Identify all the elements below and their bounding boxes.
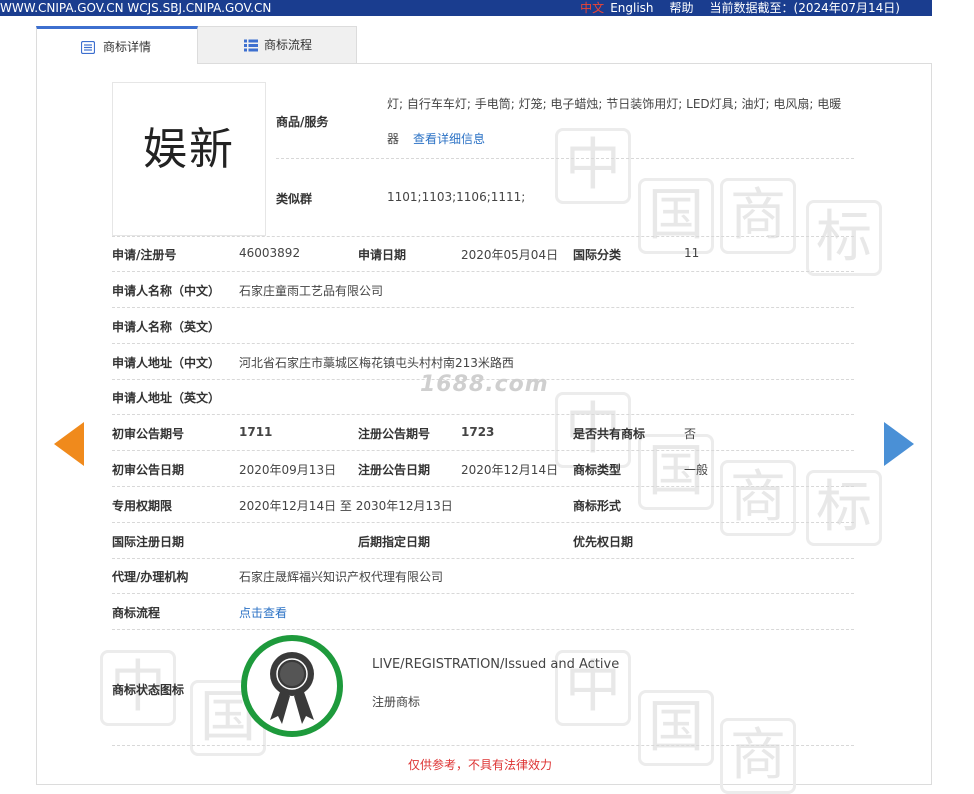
divider bbox=[112, 414, 854, 415]
reg-pub-date-value: 2020年12月14日 bbox=[461, 463, 559, 477]
divider bbox=[112, 593, 854, 594]
next-arrow-icon[interactable] bbox=[884, 422, 914, 466]
watermark-block: 标 bbox=[806, 200, 882, 276]
similar-group-label: 类似群 bbox=[276, 192, 313, 206]
watermark-block: 商 bbox=[720, 178, 796, 254]
disclaimer-note: 仅供参考，不具有法律效力 bbox=[408, 758, 553, 772]
status-icon-label: 商标状态图标 bbox=[112, 683, 185, 697]
registered-seal-icon bbox=[241, 635, 343, 737]
tab-bar: 商标详情 商标流程 bbox=[36, 26, 932, 64]
reg-pub-date-label: 注册公告日期 bbox=[358, 463, 431, 477]
top-bar: WWW.CNIPA.GOV.CN WCJS.SBJ.CNIPA.GOV.CN 中… bbox=[0, 0, 932, 16]
goods-value-line2: 器 bbox=[387, 132, 400, 146]
trademark-image-text: 娱新 bbox=[143, 124, 235, 175]
shared-mark-value: 否 bbox=[684, 427, 697, 441]
mark-type-value: 一般 bbox=[684, 463, 709, 477]
divider bbox=[112, 307, 854, 308]
prelim-date-label: 初审公告日期 bbox=[112, 463, 185, 477]
divider bbox=[112, 450, 854, 451]
divider bbox=[112, 343, 854, 344]
status-chinese: 注册商标 bbox=[372, 695, 421, 709]
intl-class-value: 11 bbox=[684, 246, 700, 260]
list-icon bbox=[244, 39, 258, 52]
address-cn-value: 河北省石家庄市藁城区梅花镇屯头村村南213米路西 bbox=[239, 356, 514, 370]
goods-label: 商品/服务 bbox=[276, 115, 329, 129]
divider bbox=[112, 745, 854, 746]
divider bbox=[112, 271, 854, 272]
similar-group-value: 1101;1103;1106;1111; bbox=[387, 190, 526, 204]
top-bar-links: 中文 English 帮助 当前数据截至：(2024年07月14日) bbox=[564, 0, 900, 16]
applicant-cn-value: 石家庄童雨工艺品有限公司 bbox=[239, 284, 384, 298]
tab-trademark-flow[interactable]: 商标流程 bbox=[197, 26, 357, 64]
intl-class-label: 国际分类 bbox=[573, 248, 622, 262]
divider bbox=[276, 158, 854, 159]
divider bbox=[112, 236, 854, 237]
mark-type-label: 商标类型 bbox=[573, 463, 622, 477]
prelim-date-value: 2020年09月13日 bbox=[239, 463, 337, 477]
mark-form-label: 商标形式 bbox=[573, 499, 622, 513]
address-cn-label: 申请人地址（中文） bbox=[112, 356, 221, 370]
tab-label: 商标详情 bbox=[103, 40, 152, 54]
reg-pub-no-label: 注册公告期号 bbox=[358, 427, 431, 441]
agent-label: 代理/办理机构 bbox=[112, 570, 189, 584]
view-detail-link[interactable]: 查看详细信息 bbox=[413, 130, 485, 147]
site-domains: WWW.CNIPA.GOV.CN WCJS.SBJ.CNIPA.GOV.CN bbox=[0, 1, 272, 15]
help-link[interactable]: 帮助 bbox=[670, 1, 694, 15]
prelim-no-label: 初审公告期号 bbox=[112, 427, 185, 441]
divider bbox=[112, 522, 854, 523]
tab-trademark-detail[interactable]: 商标详情 bbox=[36, 26, 198, 64]
reg-no-value: 46003892 bbox=[239, 246, 301, 260]
shared-mark-label: 是否共有商标 bbox=[573, 427, 646, 441]
lang-english-link[interactable]: English bbox=[610, 1, 653, 15]
view-flow-link[interactable]: 点击查看 bbox=[239, 604, 287, 621]
lang-chinese-link[interactable]: 中文 bbox=[580, 1, 604, 15]
watermark-block: 国 bbox=[638, 178, 714, 254]
trademark-image: 娱新 bbox=[112, 82, 266, 236]
watermark-block: 商 bbox=[720, 718, 796, 794]
status-english: LIVE/REGISTRATION/Issued and Active bbox=[372, 657, 620, 672]
agent-value: 石家庄晟辉福兴知识产权代理有限公司 bbox=[239, 570, 444, 584]
term-label: 专用权期限 bbox=[112, 499, 173, 513]
address-en-label: 申请人地址（英文） bbox=[112, 391, 221, 405]
previous-arrow-icon[interactable] bbox=[54, 422, 84, 466]
apply-date-label: 申请日期 bbox=[358, 248, 407, 262]
priority-date-label: 优先权日期 bbox=[573, 535, 634, 549]
watermark-block: 商 bbox=[720, 460, 796, 536]
reg-pub-no-value: 1723 bbox=[461, 425, 495, 439]
divider bbox=[112, 486, 854, 487]
trademark-flow-label: 商标流程 bbox=[112, 606, 161, 620]
later-designation-label: 后期指定日期 bbox=[358, 535, 431, 549]
divider bbox=[112, 558, 854, 559]
term-value: 2020年12月14日 至 2030年12月13日 bbox=[239, 499, 453, 513]
applicant-en-label: 申请人名称（英文） bbox=[112, 320, 221, 334]
data-date: 当前数据截至：(2024年07月14日) bbox=[709, 1, 900, 15]
divider bbox=[112, 629, 854, 630]
applicant-cn-label: 申请人名称（中文） bbox=[112, 284, 221, 298]
document-icon bbox=[81, 41, 95, 54]
goods-value-line1: 灯; 自行车车灯; 手电筒; 灯笼; 电子蜡烛; 节日装饰用灯; LED灯具; … bbox=[387, 97, 842, 111]
reg-no-label: 申请/注册号 bbox=[112, 248, 177, 262]
site-watermark: 1688.com bbox=[420, 372, 549, 397]
apply-date-value: 2020年05月04日 bbox=[461, 248, 559, 262]
tab-label: 商标流程 bbox=[264, 38, 313, 52]
watermark-block: 标 bbox=[806, 470, 882, 546]
prelim-no-value: 1711 bbox=[239, 425, 273, 439]
intl-reg-date-label: 国际注册日期 bbox=[112, 535, 185, 549]
watermark-block: 国 bbox=[638, 690, 714, 766]
watermark-block: 中 bbox=[555, 128, 631, 204]
